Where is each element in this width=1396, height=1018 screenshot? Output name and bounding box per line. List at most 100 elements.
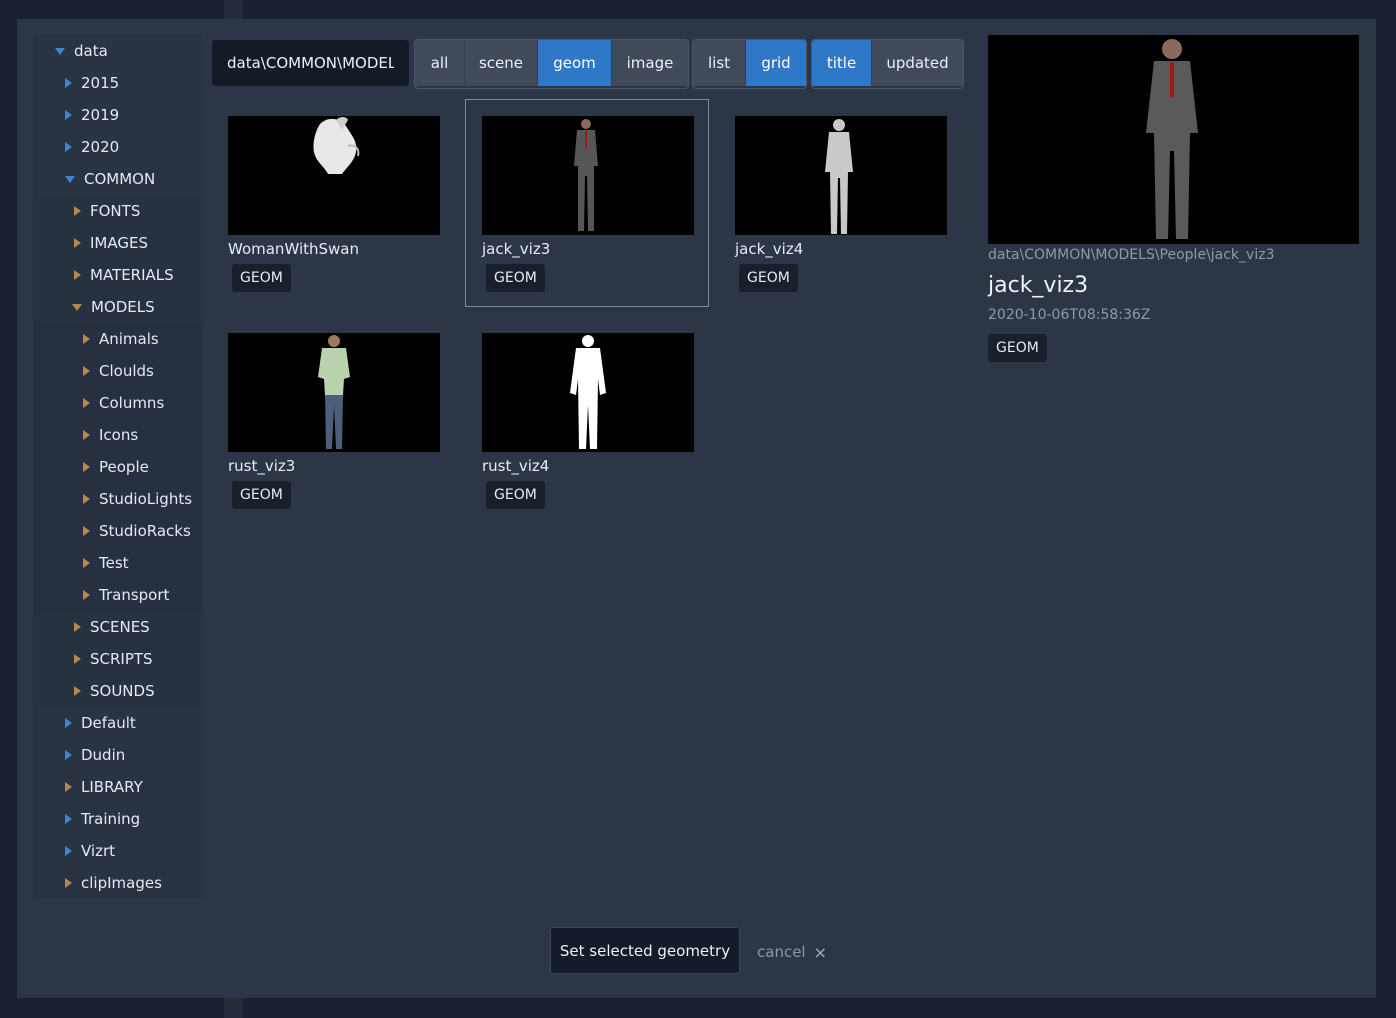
caret-right-icon: [74, 686, 81, 696]
filter-image-button[interactable]: image: [612, 40, 688, 86]
tree-item-label: Vizrt: [81, 842, 116, 860]
tree-item-models[interactable]: MODELS: [33, 291, 203, 323]
tree-item-clipimages[interactable]: clipImages: [33, 867, 203, 899]
tree-item-label: SCRIPTS: [90, 650, 153, 668]
thumbnail: [482, 116, 694, 235]
tree-item-label: Icons: [99, 426, 139, 444]
filter-scene-button[interactable]: scene: [465, 40, 538, 86]
caret-right-icon: [74, 622, 81, 632]
view-grid-button[interactable]: grid: [746, 40, 806, 86]
tree-item-label: IMAGES: [90, 234, 148, 252]
item-title: jack_viz3: [482, 240, 551, 258]
tree-item-label: StudioRacks: [99, 522, 191, 540]
sort-title-button[interactable]: title: [812, 40, 872, 86]
man-in-suit-icon: [1146, 39, 1198, 239]
tree-item-transport[interactable]: Transport: [33, 579, 203, 611]
caret-right-icon: [83, 430, 90, 440]
tree-item-fonts[interactable]: FONTS: [33, 195, 203, 227]
tree-item-sounds[interactable]: SOUNDS: [33, 675, 203, 707]
tree-item-dudin[interactable]: Dudin: [33, 739, 203, 771]
caret-right-icon: [65, 718, 72, 728]
cancel-label: cancel: [757, 943, 806, 961]
caret-right-icon: [83, 494, 90, 504]
grid-item-womanwithswan[interactable]: WomanWithSwan GEOM: [228, 116, 440, 292]
type-badge: GEOM: [739, 264, 798, 292]
tree-item-label: COMMON: [84, 170, 156, 188]
tree-item-label: Animals: [99, 330, 159, 348]
tree-item-label: SCENES: [90, 618, 150, 636]
view-mode-group: list grid: [692, 39, 807, 89]
tree-item-label: data: [74, 42, 108, 60]
tree-item-people[interactable]: People: [33, 451, 203, 483]
tree-item-label: Columns: [99, 394, 165, 412]
caret-right-icon: [65, 846, 72, 856]
silhouette-icon: [825, 119, 853, 234]
preview-type: GEOM: [988, 329, 1047, 362]
folder-tree: data 2015 2019 2020 COMMON FONTS IMAGES: [33, 35, 203, 899]
view-list-button[interactable]: list: [693, 40, 746, 86]
tree-item-icons[interactable]: Icons: [33, 419, 203, 451]
path-input[interactable]: [212, 40, 409, 86]
cancel-button[interactable]: cancel ×: [757, 940, 827, 964]
tree-item-scripts[interactable]: SCRIPTS: [33, 643, 203, 675]
tree-item-images[interactable]: IMAGES: [33, 227, 203, 259]
filter-all-button[interactable]: all: [415, 40, 465, 86]
tree-item-studioracks[interactable]: StudioRacks: [33, 515, 203, 547]
grid-item-jack-viz3[interactable]: jack_viz3 GEOM: [482, 116, 694, 292]
caret-down-icon: [65, 175, 75, 183]
tree-item-studiolights[interactable]: StudioLights: [33, 483, 203, 515]
caret-right-icon: [74, 654, 81, 664]
tree-item-2020[interactable]: 2020: [33, 131, 203, 163]
caret-right-icon: [83, 590, 90, 600]
silhouette-white-icon: [570, 335, 606, 449]
tree-item-library[interactable]: LIBRARY: [33, 771, 203, 803]
caret-right-icon: [83, 526, 90, 536]
filter-geom-button[interactable]: geom: [538, 40, 612, 86]
tree-item-training[interactable]: Training: [33, 803, 203, 835]
tree-item-columns[interactable]: Columns: [33, 387, 203, 419]
tree-item-label: MATERIALS: [90, 266, 174, 284]
tree-item-2015[interactable]: 2015: [33, 67, 203, 99]
tree-item-animals[interactable]: Animals: [33, 323, 203, 355]
caret-right-icon: [65, 750, 72, 760]
tree-item-common[interactable]: COMMON: [33, 163, 203, 195]
set-selected-geometry-button[interactable]: Set selected geometry: [550, 927, 740, 974]
caret-down-icon: [72, 303, 82, 311]
type-badge: GEOM: [232, 264, 291, 292]
close-icon: ×: [813, 942, 827, 962]
tree-item-label: 2019: [81, 106, 120, 124]
tree-item-2019[interactable]: 2019: [33, 99, 203, 131]
type-badge: GEOM: [486, 481, 545, 509]
tree-item-materials[interactable]: MATERIALS: [33, 259, 203, 291]
tree-item-data[interactable]: data: [33, 35, 203, 67]
tree-item-vizrt[interactable]: Vizrt: [33, 835, 203, 867]
caret-right-icon: [83, 398, 90, 408]
caret-right-icon: [74, 238, 81, 248]
item-title: rust_viz3: [228, 457, 296, 475]
grid-item-rust-viz4[interactable]: rust_viz4 GEOM: [482, 333, 694, 509]
sort-updated-button[interactable]: updated: [872, 40, 963, 86]
tree-item-cloulds[interactable]: Cloulds: [33, 355, 203, 387]
tree-item-label: SOUNDS: [90, 682, 155, 700]
caret-right-icon: [65, 110, 72, 120]
preview-image: [988, 35, 1359, 244]
tree-item-label: MODELS: [91, 298, 155, 316]
grid-item-rust-viz3[interactable]: rust_viz3 GEOM: [228, 333, 440, 509]
caret-down-icon: [55, 47, 65, 55]
item-title: WomanWithSwan: [228, 240, 359, 258]
caret-right-icon: [83, 462, 90, 472]
caret-right-icon: [65, 142, 72, 152]
tree-item-label: Test: [99, 554, 129, 572]
tree-item-scenes[interactable]: SCENES: [33, 611, 203, 643]
caret-right-icon: [65, 782, 72, 792]
tree-item-label: Default: [81, 714, 136, 732]
man-in-suit-icon: [574, 119, 598, 231]
tree-item-test[interactable]: Test: [33, 547, 203, 579]
thumbnail: [482, 333, 694, 452]
preview-path: data\COMMON\MODELS\People\jack_viz3: [988, 247, 1275, 263]
man-casual-icon: [318, 335, 350, 449]
swan-statue-icon: [313, 117, 360, 174]
grid-item-jack-viz4[interactable]: jack_viz4 GEOM: [735, 116, 947, 292]
tree-item-default[interactable]: Default: [33, 707, 203, 739]
type-badge: GEOM: [988, 334, 1047, 362]
